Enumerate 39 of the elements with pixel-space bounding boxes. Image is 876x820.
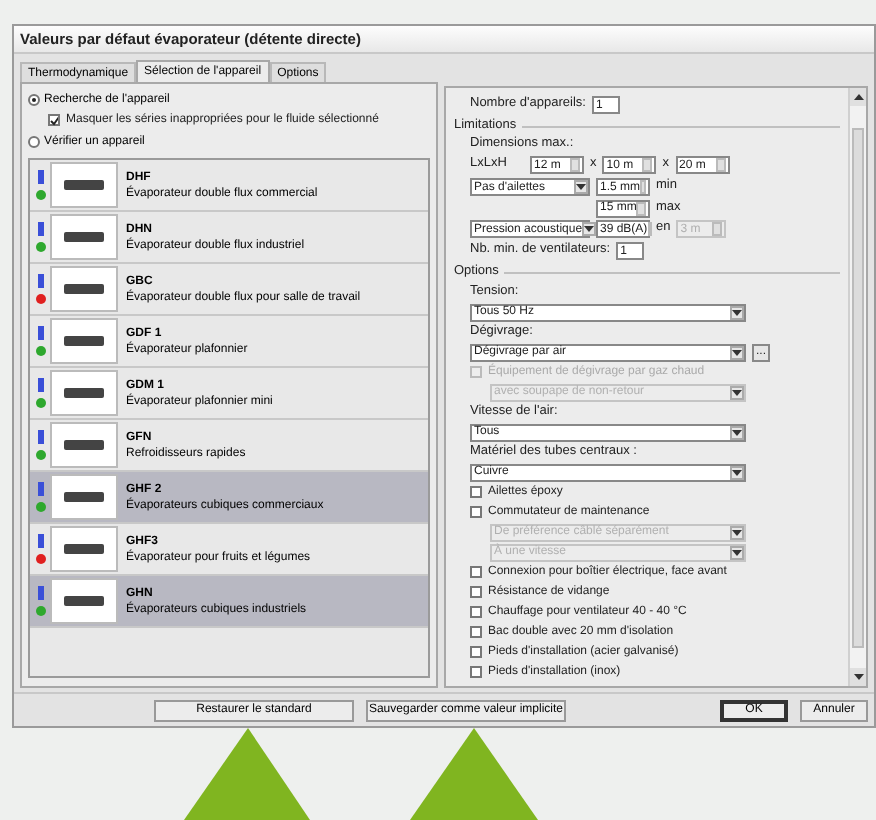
checkbox[interactable] <box>470 666 482 678</box>
caret-icon[interactable] <box>573 180 587 194</box>
scroll-thumb[interactable] <box>852 127 864 647</box>
info-icon[interactable] <box>37 378 43 392</box>
checkbox[interactable] <box>470 566 482 578</box>
info-icon[interactable] <box>37 222 43 236</box>
photo-placeholder <box>50 370 118 416</box>
photo-placeholder <box>50 526 118 572</box>
checkbox[interactable] <box>470 486 482 498</box>
caret-icon[interactable] <box>729 465 743 479</box>
info-icon[interactable] <box>37 534 43 548</box>
radio-button[interactable] <box>28 93 40 105</box>
info-icon[interactable] <box>37 326 43 340</box>
photo-placeholder <box>50 318 118 364</box>
caret-icon[interactable] <box>729 345 743 359</box>
checkbox[interactable] <box>470 506 482 518</box>
photo-placeholder <box>50 162 118 208</box>
info-icon[interactable] <box>37 586 43 600</box>
caret-icon[interactable] <box>729 305 743 319</box>
photo-placeholder <box>50 474 118 520</box>
radio-button[interactable] <box>28 135 40 147</box>
photo-placeholder <box>50 266 118 312</box>
photo-placeholder <box>50 214 118 260</box>
checkbox[interactable] <box>470 586 482 598</box>
caret-icon[interactable] <box>729 425 743 439</box>
checkbox[interactable] <box>470 646 482 658</box>
caret-icon[interactable] <box>582 222 597 236</box>
checkbox[interactable] <box>470 606 482 618</box>
checkbox[interactable] <box>470 626 482 638</box>
checkbox[interactable] <box>48 114 60 126</box>
scrollbar[interactable] <box>848 88 866 686</box>
scroll-down-icon[interactable] <box>850 668 866 686</box>
info-icon[interactable] <box>37 274 43 288</box>
info-icon[interactable] <box>37 430 43 444</box>
info-icon[interactable] <box>37 170 43 184</box>
photo-placeholder <box>50 578 118 624</box>
info-icon[interactable] <box>37 482 43 496</box>
photo-placeholder <box>50 422 118 468</box>
scroll-up-icon[interactable] <box>850 88 866 106</box>
